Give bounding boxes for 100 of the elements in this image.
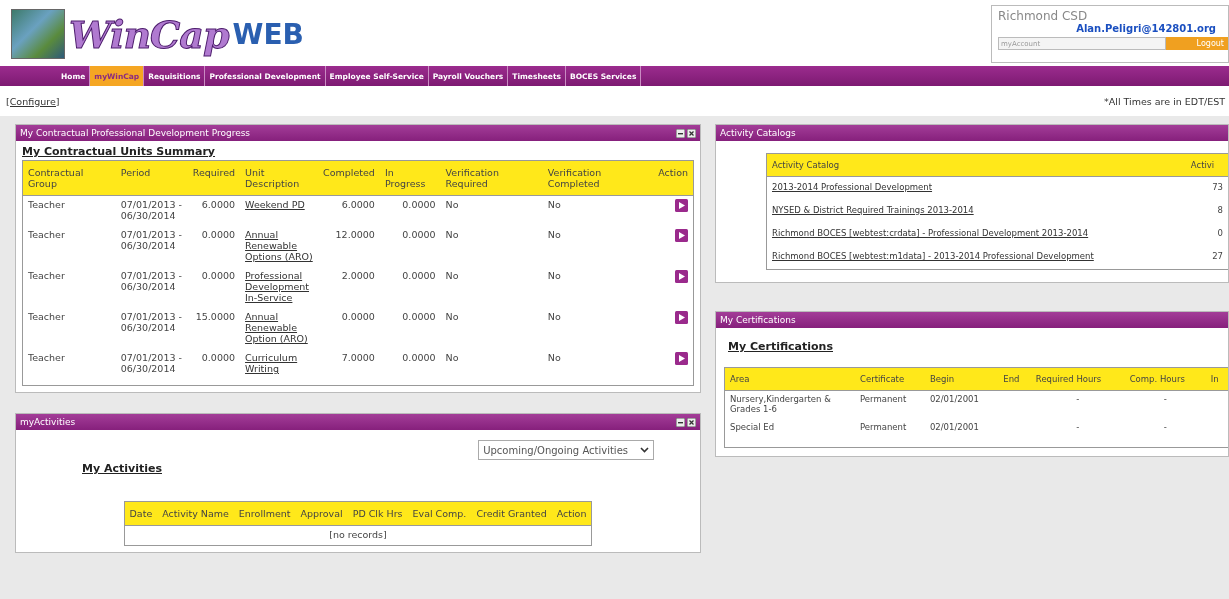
table-cell-text: - xyxy=(1162,421,1168,434)
table-cell-text: 8 xyxy=(1216,204,1224,217)
table-cell-text: 0.0000 xyxy=(401,269,437,283)
table-cell-text: No xyxy=(444,310,460,324)
table-cell-text: 0.0000 xyxy=(401,228,437,242)
logo-wordmark: WinCap xyxy=(69,11,229,57)
table-cell-text: No xyxy=(546,228,562,242)
catalog-link[interactable]: Richmond BOCES [webtest:m1data] - 2013-2014 Professional Development xyxy=(772,251,1094,261)
table-cell-text: 02/01/2001 xyxy=(928,421,980,434)
column-header: Enrollment xyxy=(233,501,296,526)
play-action-icon[interactable] xyxy=(675,199,688,212)
table-cell: Teacher xyxy=(22,349,116,379)
close-icon[interactable] xyxy=(687,128,696,138)
column-header: Required Hours xyxy=(1030,367,1125,391)
section-heading: My Contractual Units Summary xyxy=(22,145,216,158)
column-header: Approval xyxy=(295,501,348,526)
activity-filter-dropdown[interactable]: Upcoming/Ongoing Activities xyxy=(478,440,654,460)
table-cell: No xyxy=(440,195,543,226)
section-heading: My Certifications xyxy=(728,340,834,353)
play-action-icon[interactable] xyxy=(675,352,688,365)
table-cell: - xyxy=(1030,390,1125,419)
column-header: Activi xyxy=(1185,153,1228,177)
table-cell: 07/01/2013 - 06/30/2014 xyxy=(115,195,188,226)
table-cell: - xyxy=(1124,390,1206,419)
logo-wordmark: WEB xyxy=(232,17,304,51)
table-cell: Teacher xyxy=(22,267,116,308)
column-header: Begin xyxy=(924,367,999,391)
catalog-link[interactable]: 2013-2014 Professional Development xyxy=(772,182,933,192)
column-header: Required xyxy=(187,160,241,196)
table-cell-text: No xyxy=(546,269,562,283)
column-header: Date xyxy=(124,501,158,526)
table-cell-text: - xyxy=(1075,421,1081,434)
table-cell: 73 xyxy=(1185,176,1228,200)
table-cell-text: 15.0000 xyxy=(194,310,237,324)
column-header: Area xyxy=(724,367,855,391)
table-cell: Special Ed xyxy=(724,419,855,437)
catalog-link[interactable]: NYSED & District Required Trainings 2013-2014 xyxy=(772,205,974,215)
table-cell-text: 0.0000 xyxy=(401,351,437,365)
column-header: Certificate xyxy=(855,367,925,391)
table-cell: Teacher xyxy=(22,226,116,267)
column-header: Unit Description xyxy=(240,160,319,196)
column-header: Completed xyxy=(318,160,380,196)
catalog-link[interactable]: Richmond BOCES [webtest:crdata] - Professional Development 2013-2014 xyxy=(772,228,1089,238)
table-cell-text: No xyxy=(444,351,460,365)
column-header: In xyxy=(1205,367,1228,391)
unit-link[interactable]: Annual Renewable Option (ARO) xyxy=(245,311,314,344)
close-icon[interactable] xyxy=(687,417,696,427)
table-cell-text: No xyxy=(546,310,562,324)
table-cell: Teacher xyxy=(22,195,116,226)
play-action-icon[interactable] xyxy=(675,311,688,324)
table-cell: No xyxy=(542,195,654,226)
unit-link[interactable]: Annual Renewable Options (ARO) xyxy=(245,229,314,262)
column-header: Comp. Hours xyxy=(1124,367,1206,391)
configure-link[interactable]: [Configure] xyxy=(6,95,60,107)
unit-link[interactable]: Curriculum Writing xyxy=(245,352,314,374)
column-header: Activity Name xyxy=(157,501,234,526)
minimize-icon[interactable] xyxy=(676,417,685,427)
column-header: PD Clk Hrs xyxy=(347,501,408,526)
table-cell-text: 0.0000 xyxy=(200,228,237,242)
panel-title: myActivities xyxy=(20,417,76,427)
table-cell-text: 2.0000 xyxy=(340,269,376,283)
table-cell: Teacher xyxy=(22,308,116,349)
column-header: Period xyxy=(115,160,188,196)
table-cell-text: 07/01/2013 - 06/30/2014 xyxy=(119,351,183,376)
table-cell: 02/01/2001 xyxy=(924,390,999,419)
district-name: Richmond CSD xyxy=(998,9,1089,23)
table-cell: Permanent xyxy=(855,390,925,419)
panel-title: Activity Catalogs xyxy=(720,128,796,138)
logo-image xyxy=(11,9,65,59)
table-cell-text: No xyxy=(546,351,562,365)
table-cell: 27 xyxy=(1185,246,1228,270)
column-header: In Progress xyxy=(379,160,441,196)
empty-table-message: [no records] xyxy=(124,525,592,546)
table-cell-text: 0.0000 xyxy=(340,310,376,324)
chevron-down-icon xyxy=(640,447,649,453)
table-cell-text: 7.0000 xyxy=(340,351,376,365)
play-action-icon[interactable] xyxy=(675,229,688,242)
table-cell: 6.0000 xyxy=(187,195,241,226)
unit-link[interactable]: Professional Development In-Service xyxy=(245,270,314,303)
table-cell-text: No xyxy=(444,228,460,242)
panel-title: My Contractual Professional Development Progress xyxy=(20,128,251,138)
time-zone-note: *All Times are in EDT/EST xyxy=(1104,95,1225,107)
unit-link[interactable]: Weekend PD xyxy=(245,199,314,210)
table-cell-text: 0.0000 xyxy=(401,310,437,324)
minimize-icon[interactable] xyxy=(676,128,685,138)
table-cell: Nursery,Kindergarten & Grades 1-6 xyxy=(724,390,855,419)
play-action-icon[interactable] xyxy=(675,270,688,283)
column-header: End xyxy=(998,367,1031,391)
table-cell-text: 07/01/2013 - 06/30/2014 xyxy=(119,228,183,253)
table-cell-text: 0.0000 xyxy=(200,269,237,283)
table-cell-text: 07/01/2013 - 06/30/2014 xyxy=(119,269,183,294)
table-cell-text: 12.0000 xyxy=(334,228,376,242)
table-cell: 6.0000 xyxy=(318,195,380,226)
section-heading: My Activities xyxy=(82,462,162,475)
table-cell: 0.0000 xyxy=(379,195,441,226)
table-cell-text: No xyxy=(444,269,460,283)
table-cell-text: Permanent xyxy=(859,421,908,434)
column-header: Verification Completed xyxy=(542,160,654,196)
column-header: Verification Required xyxy=(440,160,543,196)
column-header: Action xyxy=(653,160,694,196)
